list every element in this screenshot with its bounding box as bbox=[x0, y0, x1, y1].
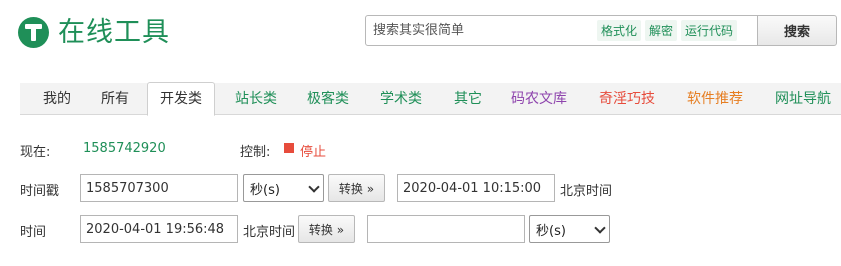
time-zone-label: 北京时间 bbox=[243, 225, 296, 240]
timestamp-input[interactable] bbox=[80, 174, 238, 202]
tab-geek[interactable]: 极客类 bbox=[307, 83, 349, 115]
quick-link-decrypt[interactable]: 解密 bbox=[645, 20, 678, 41]
site-logo[interactable]: 在线工具 bbox=[18, 17, 170, 48]
time-unit-select[interactable]: 秒(s) bbox=[529, 215, 610, 243]
tab-mine[interactable]: 我的 bbox=[43, 83, 71, 115]
search-box: 格式化 解密 运行代码 bbox=[365, 15, 758, 46]
timestamp-convert-button[interactable]: 转换 » bbox=[328, 174, 385, 202]
stop-icon[interactable] bbox=[284, 143, 294, 153]
tab-other[interactable]: 其它 bbox=[454, 83, 482, 115]
search-input[interactable] bbox=[366, 16, 591, 45]
category-nav: 我的 所有 开发类 站长类 极客类 学术类 其它 码农文库 奇淫巧技 软件推荐 … bbox=[20, 82, 841, 116]
timestamp-unit-select[interactable]: 秒(s) bbox=[243, 174, 324, 202]
tab-dev[interactable]: 开发类 bbox=[147, 82, 215, 116]
chevron-down-icon bbox=[594, 222, 606, 234]
time-label: 时间 bbox=[20, 225, 47, 240]
tab-academic[interactable]: 学术类 bbox=[380, 83, 422, 115]
time-output-field[interactable] bbox=[367, 215, 525, 243]
time-unit-value: 秒(s) bbox=[536, 223, 566, 239]
timestamp-unit-value: 秒(s) bbox=[250, 182, 280, 198]
tab-coder-library[interactable]: 码农文库 bbox=[511, 83, 567, 115]
tab-nav-sites[interactable]: 网址导航 bbox=[775, 83, 831, 115]
control-label: 控制: bbox=[240, 145, 271, 160]
tab-webmaster[interactable]: 站长类 bbox=[235, 83, 277, 115]
tab-software[interactable]: 软件推荐 bbox=[687, 83, 743, 115]
tab-all[interactable]: 所有 bbox=[101, 83, 129, 115]
quick-link-format[interactable]: 格式化 bbox=[597, 20, 642, 41]
timestamp-output-field[interactable] bbox=[397, 174, 555, 202]
search-button[interactable]: 搜索 bbox=[757, 15, 837, 46]
logo-icon bbox=[18, 17, 49, 48]
chevron-down-icon bbox=[308, 181, 320, 193]
stop-button[interactable]: 停止 bbox=[300, 141, 326, 160]
timestamp-zone-label: 北京时间 bbox=[560, 184, 613, 199]
quick-link-run-code[interactable]: 运行代码 bbox=[681, 20, 738, 41]
time-input[interactable] bbox=[80, 215, 238, 243]
time-convert-button[interactable]: 转换 » bbox=[298, 215, 355, 243]
tab-tricks[interactable]: 奇淫巧技 bbox=[599, 83, 655, 115]
now-label: 现在: bbox=[20, 145, 51, 160]
timestamp-label: 时间戳 bbox=[20, 184, 60, 199]
logo-text: 在线工具 bbox=[58, 17, 170, 48]
search-quick-links: 格式化 解密 运行代码 bbox=[597, 20, 741, 41]
current-timestamp: 1585742920 bbox=[83, 141, 166, 156]
